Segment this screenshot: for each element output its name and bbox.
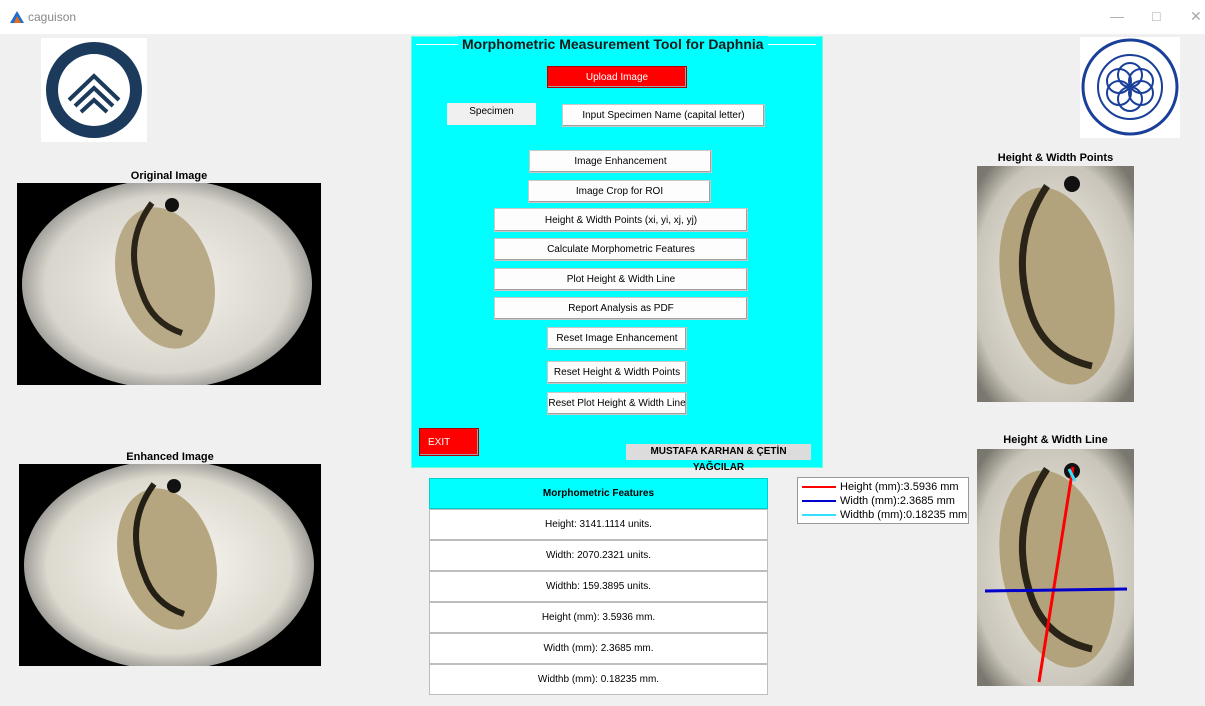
reset-points-button[interactable]: Reset Height & Width Points: [547, 361, 687, 384]
upload-image-button[interactable]: Upload Image: [547, 66, 687, 88]
enhanced-image-title: Enhanced Image: [126, 451, 214, 463]
original-image-title: Original Image: [130, 170, 208, 182]
enhanced-image: [19, 464, 321, 666]
feature-row: Widthb (mm): 0.18235 mm.: [429, 664, 768, 695]
hw-line-title: Height & Width Line: [1003, 434, 1108, 446]
cku-logo: [41, 38, 147, 142]
feature-row: Width: 2070.2321 units.: [429, 540, 768, 571]
feature-row: Widthb: 159.3895 units.: [429, 571, 768, 602]
hw-points-image: [977, 166, 1134, 402]
features-header: Morphometric Features: [429, 478, 768, 509]
hw-points-title: Height & Width Points: [997, 152, 1114, 164]
report-pdf-button[interactable]: Report Analysis as PDF: [494, 297, 748, 320]
original-image: [17, 183, 321, 385]
width-line: [984, 587, 1128, 593]
feature-row: Height: 3141.1114 units.: [429, 509, 768, 540]
legend-label-width: Width (mm):2.3685 mm: [840, 495, 955, 507]
matlab-icon: [10, 11, 24, 23]
cku-logo-emblem: [46, 42, 142, 138]
panel-title: Morphometric Measurement Tool for Daphni…: [458, 36, 768, 52]
image-crop-roi-button[interactable]: Image Crop for ROI: [528, 180, 711, 203]
legend-swatch-height: [802, 486, 836, 488]
legend-item-widthb: Widthb (mm):0.18235 mm: [798, 508, 968, 522]
legend-label-height: Height (mm):3.5936 mm: [840, 481, 959, 493]
legend-item-height: Height (mm):3.5936 mm: [798, 480, 968, 494]
daphnia-line-plot: [977, 449, 1134, 686]
hw-line-image: [977, 449, 1134, 686]
legend-swatch-widthb: [802, 514, 836, 516]
legend-swatch-width: [802, 500, 836, 502]
exit-button[interactable]: EXIT: [419, 428, 479, 456]
measurement-legend: Height (mm):3.5936 mm Width (mm):2.3685 …: [797, 477, 969, 524]
reset-plot-line-button[interactable]: Reset Plot Height & Width Line: [547, 392, 687, 415]
close-button[interactable]: ✕: [1190, 8, 1202, 25]
daphnia-image: [17, 183, 321, 385]
window-titlebar: [0, 0, 1205, 34]
window-title: caguison: [28, 10, 77, 24]
daphnia-enhanced-image: [19, 464, 321, 666]
daphnia-crop-image: [977, 166, 1134, 402]
nku-logo: [1080, 37, 1180, 138]
minimize-button[interactable]: —: [1110, 8, 1124, 24]
feature-row: Height (mm): 3.5936 mm.: [429, 602, 768, 633]
height-width-points-button[interactable]: Height & Width Points (xi, yi, xj, yj): [494, 208, 748, 232]
reset-enhancement-button[interactable]: Reset Image Enhancement: [547, 327, 687, 350]
specimen-label: Specimen: [447, 103, 536, 125]
plot-height-width-line-button[interactable]: Plot Height & Width Line: [494, 268, 748, 291]
image-enhancement-button[interactable]: Image Enhancement: [529, 150, 712, 173]
legend-label-widthb: Widthb (mm):0.18235 mm: [840, 509, 968, 521]
calculate-features-button[interactable]: Calculate Morphometric Features: [494, 238, 748, 261]
specimen-name-input[interactable]: Input Specimen Name (capital letter): [562, 104, 765, 127]
maximize-button[interactable]: □: [1152, 8, 1160, 24]
legend-item-width: Width (mm):2.3685 mm: [798, 494, 968, 508]
nku-logo-emblem: [1081, 38, 1179, 136]
authors-label: MUSTAFA KARHAN & ÇETİN YAĞCILAR: [626, 444, 811, 473]
feature-row: Width (mm): 2.3685 mm.: [429, 633, 768, 664]
